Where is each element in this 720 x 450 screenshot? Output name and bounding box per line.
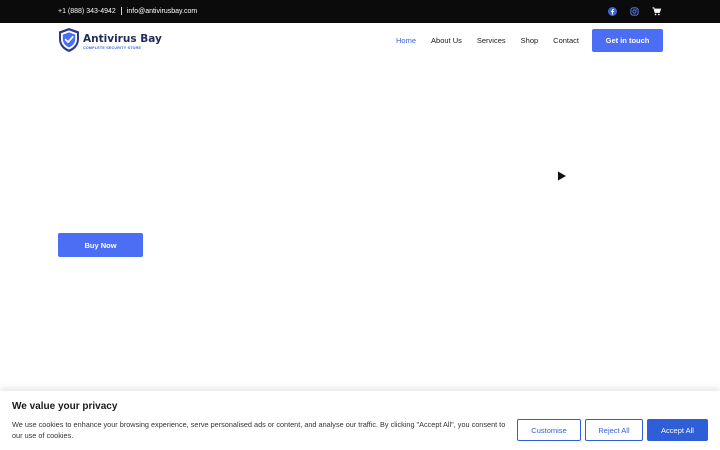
reject-all-button[interactable]: Reject All — [585, 419, 643, 441]
play-icon[interactable] — [556, 169, 568, 181]
top-bar: +1 (888) 343-4942 info@antivirusbay.com — [0, 0, 720, 23]
divider — [120, 7, 122, 15]
facebook-icon[interactable] — [607, 6, 618, 17]
logo[interactable]: Antivirus Bay COMPLETE SECURITY STORE — [58, 27, 162, 58]
site-header: Antivirus Bay COMPLETE SECURITY STORE Ho… — [0, 23, 720, 63]
nav-home[interactable]: Home — [396, 36, 416, 45]
nav-shop[interactable]: Shop — [521, 36, 539, 45]
instagram-icon[interactable] — [629, 6, 640, 17]
cookie-text: We use cookies to enhance your browsing … — [12, 420, 506, 440]
nav-about-us[interactable]: About Us — [431, 36, 462, 45]
shield-logo-icon — [58, 27, 80, 58]
main-nav: Home About Us Services Shop Contact — [396, 36, 579, 45]
get-in-touch-button[interactable]: Get in touch — [592, 29, 663, 52]
cookie-banner: We value your privacy We use cookies to … — [0, 391, 720, 450]
cart-icon[interactable] — [651, 6, 662, 17]
logo-tagline: COMPLETE SECURITY STORE — [83, 46, 142, 50]
phone-link[interactable]: +1 (888) 343-4942 — [58, 8, 116, 15]
top-bar-contact: +1 (888) 343-4942 info@antivirusbay.com — [58, 7, 197, 15]
customise-button[interactable]: Customise — [517, 419, 581, 441]
nav-contact[interactable]: Contact — [553, 36, 579, 45]
logo-name: Antivirus Bay — [83, 33, 162, 45]
email-link[interactable]: info@antivirusbay.com — [127, 8, 197, 15]
nav-services[interactable]: Services — [477, 36, 506, 45]
social-icons — [607, 6, 662, 17]
buy-now-button[interactable]: Buy Now — [58, 233, 143, 257]
logo-text: Antivirus Bay COMPLETE SECURITY STORE — [83, 34, 162, 51]
accept-all-button[interactable]: Accept All — [647, 419, 708, 441]
cookie-title: We value your privacy — [12, 401, 118, 412]
